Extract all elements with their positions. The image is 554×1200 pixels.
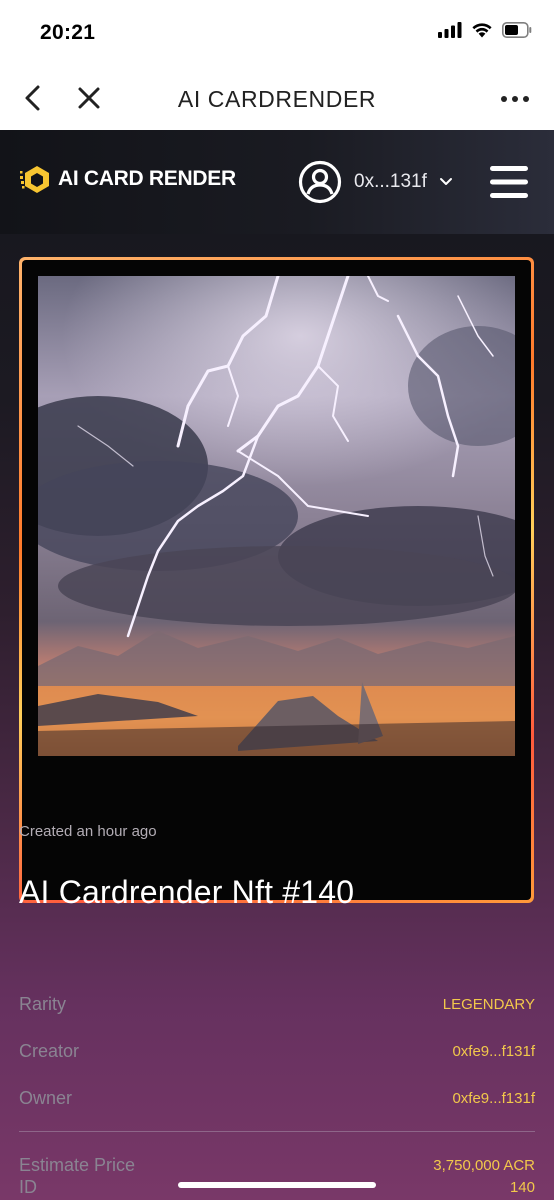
detail-label: Owner	[19, 1087, 73, 1108]
detail-row-estimate-price: Estimate Price 3,750,000 ACR	[19, 1153, 535, 1177]
detail-value: LEGENDARY	[442, 995, 535, 1013]
created-time: Created an hour ago	[19, 823, 157, 840]
detail-label: Estimate Price	[19, 1154, 136, 1175]
nft-card	[22, 260, 531, 900]
creator-address[interactable]: 0xfe9...f131f	[452, 1043, 535, 1060]
nft-artwork-image	[38, 276, 515, 756]
detail-label: Creator	[19, 1040, 80, 1061]
detail-label: Rarity	[19, 993, 67, 1014]
logo-icon	[20, 166, 49, 193]
owner-address[interactable]: 0xfe9...f131f	[452, 1090, 535, 1107]
status-time: 20:21	[40, 21, 96, 44]
estimate-price-value: 3,750,000 ACR	[433, 1156, 535, 1174]
nft-title: AI Cardrender Nft #140	[19, 874, 355, 910]
detail-label: ID	[19, 1176, 37, 1197]
nft-card-frame[interactable]	[19, 257, 534, 903]
detail-row-owner: Owner 0xfe9...f131f	[19, 1086, 535, 1110]
divider	[19, 1131, 535, 1132]
home-indicator	[178, 1182, 376, 1188]
status-icons	[438, 22, 532, 38]
wallet-account-dropdown[interactable]: 0x...131f	[298, 160, 453, 204]
status-bar: 20:21	[0, 0, 554, 66]
more-options-icon[interactable]	[500, 94, 530, 104]
detail-row-rarity: Rarity LEGENDARY	[19, 992, 535, 1016]
logo-text: AI CARD RENDER	[58, 167, 236, 190]
cellular-signal-icon	[438, 22, 462, 38]
app-header: AI CARD RENDER 0x...131f	[0, 130, 554, 234]
wallet-address: 0x...131f	[354, 171, 427, 192]
battery-icon	[502, 22, 532, 38]
browser-nav-bar: AI CARDRENDER	[0, 66, 554, 130]
user-avatar-icon	[298, 160, 342, 204]
detail-row-creator: Creator 0xfe9...f131f	[19, 1039, 535, 1063]
detail-value: 140	[509, 1178, 535, 1196]
wifi-icon	[472, 23, 492, 38]
app-logo[interactable]: AI CARD RENDER	[20, 164, 236, 194]
chevron-down-icon	[439, 178, 452, 185]
browser-title: AI CARDRENDER	[177, 86, 377, 112]
hamburger-menu-icon[interactable]	[490, 165, 528, 199]
